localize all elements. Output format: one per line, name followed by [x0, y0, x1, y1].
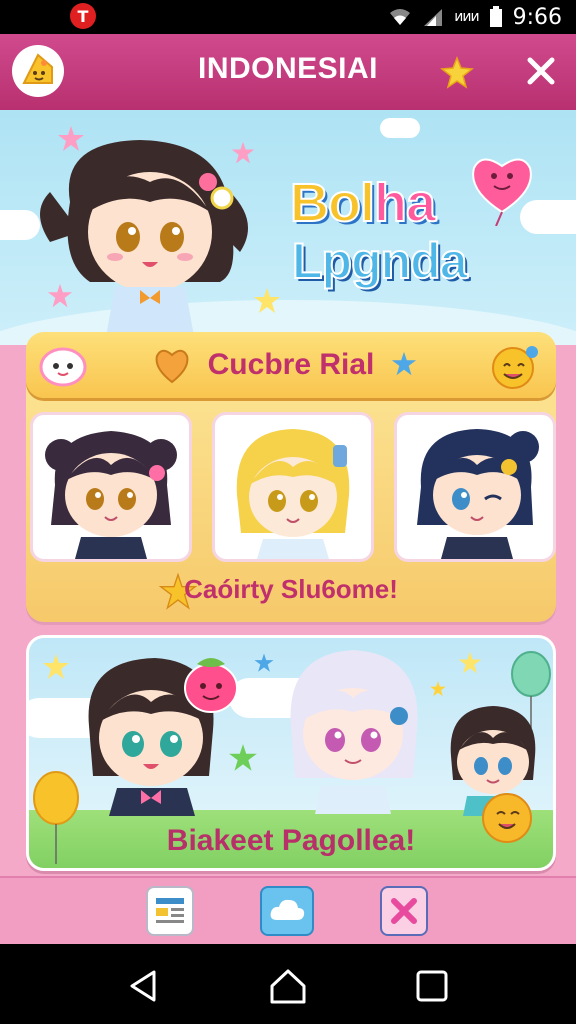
bottom-toolbar — [0, 876, 576, 944]
section-caption: Caóirty Slu6ome! — [184, 574, 398, 604]
hero-title-part-2: ha — [373, 172, 437, 234]
star-icon[interactable] — [440, 56, 474, 90]
star-decoration — [430, 681, 446, 697]
cloud — [380, 118, 420, 138]
app-notification-icon: T — [70, 3, 96, 29]
star-decoration — [229, 744, 257, 771]
character-portrait — [45, 431, 177, 559]
battery-icon — [489, 6, 502, 27]
star-decoration — [47, 283, 73, 308]
heart-balloon-icon — [472, 158, 532, 226]
news-icon — [156, 898, 184, 923]
cloud-document-button[interactable] — [260, 886, 314, 936]
app-header: INDONESIAI — [0, 34, 576, 110]
status-bar: T ᴎᴎᴎ 9:66 — [0, 0, 576, 34]
star-decoration — [231, 141, 255, 164]
character-card[interactable] — [394, 412, 556, 562]
cancel-icon — [391, 898, 417, 924]
back-icon[interactable] — [124, 966, 164, 1006]
recents-icon[interactable] — [412, 966, 452, 1006]
battery-label: ᴎᴎᴎ — [454, 9, 479, 25]
home-icon[interactable] — [268, 966, 308, 1006]
section-banner-title: Cucbre Rial — [207, 348, 375, 381]
app-notification-letter: T — [77, 6, 89, 26]
star-decoration — [254, 653, 274, 672]
signal-icon — [424, 9, 443, 26]
star-icon — [391, 351, 417, 376]
hero-banner: Bolha Lpgnda — [0, 110, 576, 345]
star-decoration — [58, 126, 84, 151]
close-icon[interactable] — [524, 54, 558, 88]
star-decoration — [458, 651, 482, 674]
character-portrait — [417, 429, 539, 559]
featured-characters-panel[interactable]: Cucbre Rial Caóirty Slu6ome! — [26, 332, 556, 622]
system-navigation-bar — [0, 944, 576, 1024]
clock: 9:66 — [512, 4, 562, 30]
main-content: Bolha Lpgnda Cucbre Rial Caóirty Slu6ome… — [0, 110, 576, 876]
smiley-mascot-icon — [492, 346, 538, 389]
character-card[interactable] — [212, 412, 374, 562]
star-decoration — [254, 288, 280, 313]
scene-caption: Biakeet Pagollea! — [166, 824, 416, 857]
page-title: INDONESIAI — [197, 52, 379, 85]
character-portrait — [236, 429, 350, 559]
cloud-document-icon — [270, 899, 305, 920]
status-icons: ᴎᴎᴎ 9:66 — [388, 0, 562, 34]
hero-title-line-1: Bolha — [289, 172, 437, 234]
section-banner[interactable]: Cucbre Rial — [26, 332, 556, 398]
character-girl-silver-hair — [290, 650, 418, 814]
group-scene-panel[interactable]: Biakeet Pagollea! — [26, 635, 556, 871]
hero-title-part-1: Bol — [289, 172, 376, 234]
cancel-button[interactable] — [380, 886, 428, 936]
strawberry-mascot-icon — [184, 658, 238, 713]
character-card[interactable] — [30, 412, 192, 562]
star-decoration — [43, 654, 69, 679]
hero-title-line-2: Lpgnda — [291, 232, 469, 290]
wifi-icon — [390, 9, 411, 25]
news-button[interactable] — [146, 886, 194, 936]
